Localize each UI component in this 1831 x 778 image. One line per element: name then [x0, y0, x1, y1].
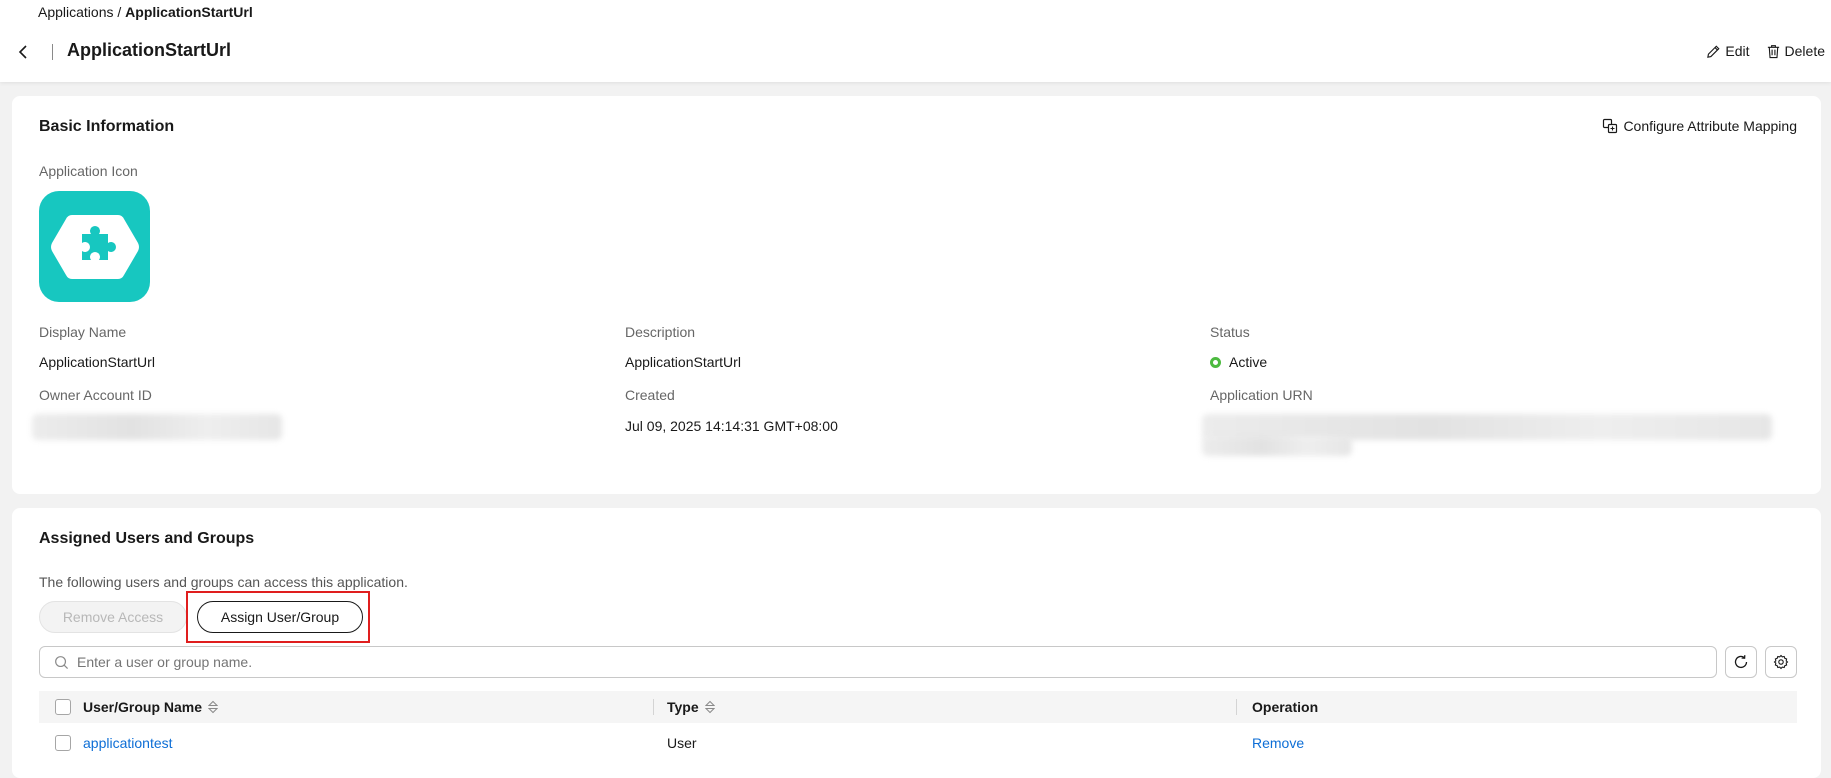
select-all-checkbox[interactable]	[55, 699, 71, 715]
column-operation: Operation	[1252, 691, 1318, 723]
description-value: ApplicationStartUrl	[625, 354, 741, 370]
created-value: Jul 09, 2025 14:14:31 GMT+08:00	[625, 418, 838, 434]
sort-icon	[704, 700, 715, 714]
created-label: Created	[625, 387, 675, 403]
edit-button[interactable]: Edit	[1706, 43, 1750, 59]
owner-account-id-label: Owner Account ID	[39, 387, 152, 403]
gear-icon	[1773, 654, 1789, 670]
attribute-mapping-icon	[1603, 118, 1618, 134]
column-separator	[653, 699, 654, 715]
row-checkbox[interactable]	[55, 735, 71, 751]
owner-account-id-redacted	[32, 414, 282, 440]
description-label: Description	[625, 324, 696, 340]
search-input[interactable]	[77, 654, 1716, 670]
column-separator	[1236, 699, 1237, 715]
application-icon-label: Application Icon	[39, 163, 138, 179]
page-title: ApplicationStartUrl	[67, 40, 232, 60]
status-label: Status	[1210, 324, 1250, 340]
assigned-users-groups-title: Assigned Users and Groups	[39, 530, 255, 547]
configure-attribute-mapping-label: Configure Attribute Mapping	[1623, 118, 1797, 134]
breadcrumb-separator: /	[113, 4, 126, 20]
refresh-button[interactable]	[1725, 646, 1757, 678]
row-select-cell	[55, 723, 71, 763]
page-header: Applications / ApplicationStartUrl Appli…	[0, 0, 1831, 82]
status-value: Active	[1229, 354, 1268, 370]
application-icon	[39, 191, 150, 302]
column-type[interactable]: Type	[667, 691, 715, 723]
search-box	[39, 646, 1717, 678]
display-name-value: ApplicationStartUrl	[39, 354, 155, 370]
assigned-description: The following users and groups can acces…	[39, 574, 408, 590]
title-divider	[52, 44, 53, 60]
table-row: applicationtest User Remove	[39, 723, 1797, 763]
trash-icon	[1767, 44, 1779, 58]
column-user-group-name[interactable]: User/Group Name	[83, 691, 219, 723]
chevron-left-icon	[18, 45, 27, 59]
breadcrumb-applications[interactable]: Applications	[38, 4, 114, 20]
sort-icon	[208, 700, 219, 714]
back-button[interactable]	[18, 42, 34, 62]
column-operation-label: Operation	[1252, 699, 1319, 715]
refresh-icon	[1734, 655, 1748, 669]
puzzle-hexagon-icon	[50, 214, 139, 279]
select-all-cell	[55, 691, 71, 723]
basic-information-card: Basic Information Configure Attribute Ma…	[12, 96, 1821, 494]
row-remove-link[interactable]: Remove	[1252, 723, 1304, 763]
status-badge: Active	[1210, 354, 1267, 370]
application-urn-redacted-line2	[1202, 436, 1352, 456]
remove-access-button[interactable]: Remove Access	[39, 601, 187, 633]
delete-button[interactable]: Delete	[1766, 43, 1825, 59]
breadcrumb-current: ApplicationStartUrl	[125, 4, 253, 20]
display-name-label: Display Name	[39, 324, 127, 340]
row-type: User	[667, 735, 697, 751]
application-urn-label: Application URN	[1210, 387, 1313, 403]
highlight-box	[186, 591, 370, 643]
assigned-users-groups-card: Assigned Users and Groups The following …	[12, 508, 1821, 778]
edit-label: Edit	[1725, 43, 1750, 59]
breadcrumb: Applications / ApplicationStartUrl	[38, 4, 253, 20]
basic-information-title: Basic Information	[39, 118, 175, 135]
pencil-icon	[1707, 44, 1720, 58]
status-active-icon	[1210, 356, 1221, 368]
configure-attribute-mapping-button[interactable]: Configure Attribute Mapping	[1602, 118, 1797, 134]
header-actions: Edit Delete	[1706, 43, 1825, 59]
settings-button[interactable]	[1765, 646, 1797, 678]
table-header: User/Group Name Type Operation	[39, 691, 1797, 723]
row-name-link[interactable]: applicationtest	[83, 723, 173, 763]
delete-label: Delete	[1784, 43, 1825, 59]
column-type-label: Type	[667, 699, 699, 715]
search-icon	[55, 655, 69, 669]
column-user-group-name-label: User/Group Name	[83, 699, 203, 715]
